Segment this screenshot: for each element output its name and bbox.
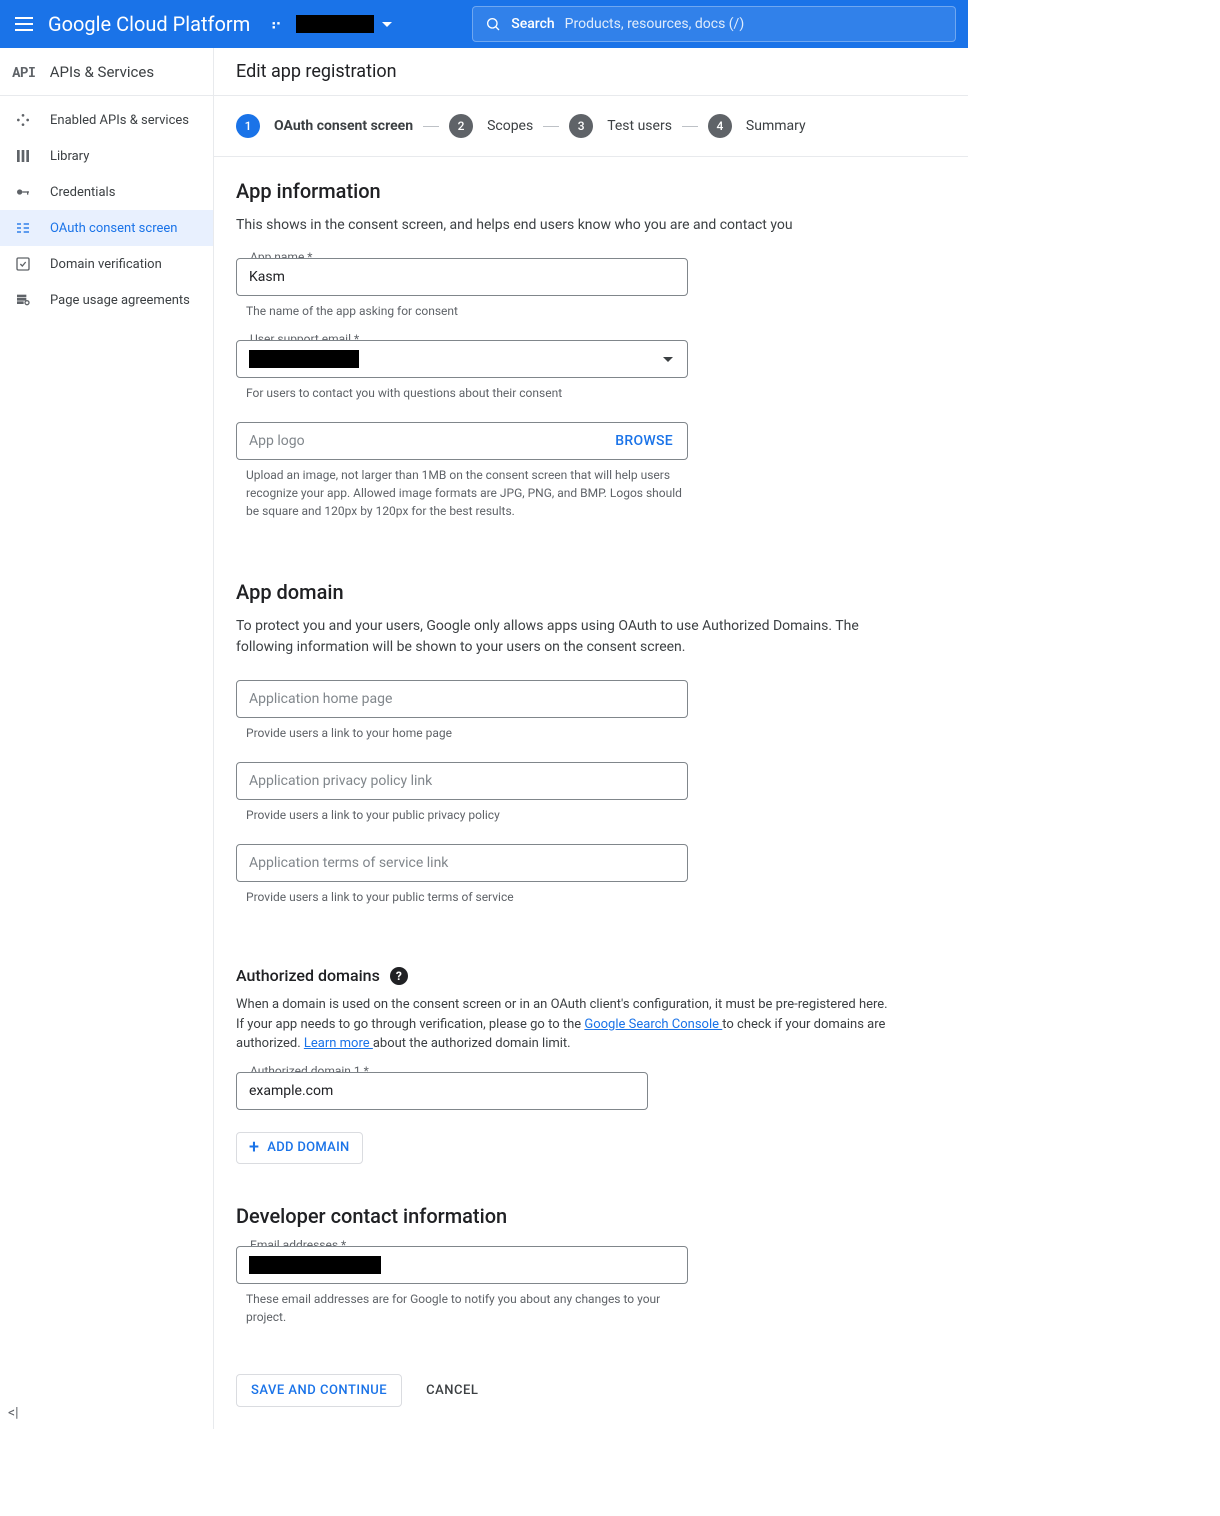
step-connector bbox=[423, 126, 439, 127]
sidebar-header: API APIs & Services bbox=[0, 48, 213, 96]
step-connector bbox=[682, 126, 698, 127]
sidebar-item-label: Credentials bbox=[50, 185, 115, 200]
search-placeholder: Products, resources, docs (/) bbox=[565, 16, 745, 32]
tos-placeholder: Application terms of service link bbox=[249, 855, 448, 871]
consent-icon bbox=[14, 220, 32, 236]
privacy-helper: Provide users a link to your public priv… bbox=[246, 806, 686, 824]
step-label: Scopes bbox=[487, 118, 533, 134]
auth-domains-title-text: Authorized domains bbox=[236, 966, 380, 985]
sidebar: API APIs & Services Enabled APIs & servi… bbox=[0, 48, 214, 1429]
step-number: 4 bbox=[708, 114, 732, 138]
cancel-button[interactable]: CANCEL bbox=[426, 1383, 478, 1398]
project-selector[interactable] bbox=[262, 11, 400, 37]
auth-domains-desc: When a domain is used on the consent scr… bbox=[236, 995, 892, 1054]
search-label: Search bbox=[511, 16, 554, 32]
add-domain-button[interactable]: + ADD DOMAIN bbox=[236, 1132, 363, 1164]
sidebar-item-label: Page usage agreements bbox=[50, 293, 190, 308]
support-email-value-redacted bbox=[249, 350, 359, 368]
topbar: Google Cloud Platform Search Products, r… bbox=[0, 0, 968, 48]
sidebar-item-domain-verification[interactable]: Domain verification bbox=[0, 246, 213, 282]
check-icon bbox=[14, 256, 32, 272]
sidebar-collapse-toggle[interactable]: <| bbox=[8, 1405, 19, 1421]
app-name-value: Kasm bbox=[249, 269, 285, 285]
chevron-down-icon bbox=[382, 22, 392, 27]
add-domain-label: ADD DOMAIN bbox=[267, 1140, 349, 1155]
app-name-field[interactable]: App name * Kasm bbox=[236, 258, 688, 296]
plus-icon: + bbox=[249, 1139, 259, 1157]
app-logo-placeholder: App logo bbox=[249, 433, 305, 449]
support-email-field[interactable]: User support email * bbox=[236, 340, 688, 378]
sidebar-title: APIs & Services bbox=[50, 63, 154, 81]
app-domain-title: App domain bbox=[236, 580, 892, 604]
stepper: 1 OAuth consent screen 2 Scopes 3 Test u… bbox=[214, 96, 968, 157]
step-oauth-consent[interactable]: 1 OAuth consent screen bbox=[236, 114, 413, 138]
dropdown-arrow-icon bbox=[663, 357, 673, 362]
learn-more-link[interactable]: Learn more bbox=[304, 1036, 373, 1051]
dev-email-field[interactable]: Email addresses * bbox=[236, 1246, 688, 1284]
step-label: Summary bbox=[746, 118, 806, 134]
gcp-title: Google Cloud Platform bbox=[48, 12, 250, 36]
sidebar-item-label: Library bbox=[50, 149, 89, 164]
step-connector bbox=[543, 126, 559, 127]
form-actions: SAVE AND CONTINUE CANCEL bbox=[236, 1374, 892, 1407]
project-dots-icon bbox=[270, 15, 288, 33]
app-domain-desc: To protect you and your users, Google on… bbox=[236, 616, 892, 658]
page-title: Edit app registration bbox=[214, 48, 968, 96]
search-console-link[interactable]: Google Search Console bbox=[584, 1017, 722, 1032]
step-number: 3 bbox=[569, 114, 593, 138]
home-page-field[interactable]: Application home page bbox=[236, 680, 688, 718]
main: Edit app registration 1 OAuth consent sc… bbox=[214, 48, 968, 1429]
sidebar-item-library[interactable]: Library bbox=[0, 138, 213, 174]
step-label: OAuth consent screen bbox=[274, 118, 413, 134]
save-continue-button[interactable]: SAVE AND CONTINUE bbox=[236, 1374, 402, 1407]
step-summary[interactable]: 4 Summary bbox=[708, 114, 806, 138]
support-email-helper: For users to contact you with questions … bbox=[246, 384, 686, 402]
app-name-helper: The name of the app asking for consent bbox=[246, 302, 686, 320]
step-number: 1 bbox=[236, 114, 260, 138]
privacy-placeholder: Application privacy policy link bbox=[249, 773, 432, 789]
key-icon bbox=[14, 184, 32, 200]
project-name-redacted bbox=[296, 15, 374, 33]
hamburger-menu[interactable] bbox=[12, 12, 36, 36]
tos-link-field[interactable]: Application terms of service link bbox=[236, 844, 688, 882]
sidebar-item-label: OAuth consent screen bbox=[50, 221, 177, 236]
dev-contact-title: Developer contact information bbox=[236, 1204, 892, 1228]
help-icon[interactable]: ? bbox=[390, 967, 408, 985]
app-logo-helper: Upload an image, not larger than 1MB on … bbox=[246, 466, 686, 520]
app-logo-field[interactable]: App logo BROWSE bbox=[236, 422, 688, 460]
auth-desc-post: about the authorized domain limit. bbox=[373, 1036, 571, 1051]
diamond-icon bbox=[14, 112, 32, 128]
library-icon bbox=[14, 148, 32, 164]
search-box[interactable]: Search Products, resources, docs (/) bbox=[472, 6, 956, 42]
dev-email-helper: These email addresses are for Google to … bbox=[246, 1290, 686, 1326]
auth-domain-1-field[interactable]: Authorized domain 1 * example.com bbox=[236, 1072, 648, 1110]
app-info-title: App information bbox=[236, 179, 892, 203]
auth-domains-title: Authorized domains ? bbox=[236, 966, 892, 985]
dev-email-value-redacted bbox=[249, 1256, 381, 1274]
privacy-link-field[interactable]: Application privacy policy link bbox=[236, 762, 688, 800]
api-icon: API bbox=[12, 62, 36, 81]
tos-helper: Provide users a link to your public term… bbox=[246, 888, 686, 906]
home-page-helper: Provide users a link to your home page bbox=[246, 724, 686, 742]
step-test-users[interactable]: 3 Test users bbox=[569, 114, 672, 138]
home-page-placeholder: Application home page bbox=[249, 691, 392, 707]
sidebar-item-label: Enabled APIs & services bbox=[50, 113, 189, 128]
step-label: Test users bbox=[607, 118, 672, 134]
search-icon bbox=[485, 16, 501, 32]
app-info-desc: This shows in the consent screen, and he… bbox=[236, 215, 892, 236]
sidebar-item-oauth-consent[interactable]: OAuth consent screen bbox=[0, 210, 213, 246]
sidebar-item-enabled-apis[interactable]: Enabled APIs & services bbox=[0, 102, 213, 138]
sidebar-item-credentials[interactable]: Credentials bbox=[0, 174, 213, 210]
agreement-icon bbox=[14, 292, 32, 308]
step-number: 2 bbox=[449, 114, 473, 138]
sidebar-item-label: Domain verification bbox=[50, 257, 162, 272]
auth-domain-1-value: example.com bbox=[249, 1083, 333, 1099]
browse-button[interactable]: BROWSE bbox=[615, 433, 673, 449]
step-scopes[interactable]: 2 Scopes bbox=[449, 114, 533, 138]
sidebar-item-page-usage[interactable]: Page usage agreements bbox=[0, 282, 213, 318]
